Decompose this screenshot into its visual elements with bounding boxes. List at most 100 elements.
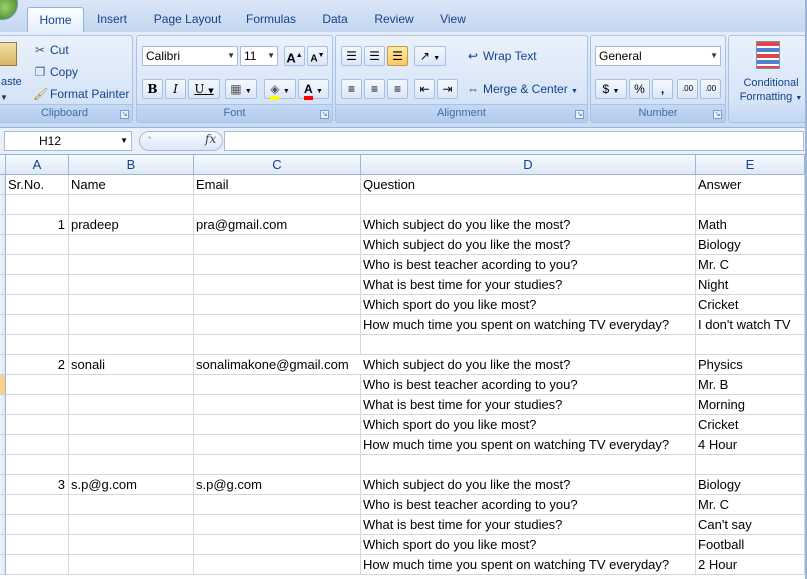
cell-question[interactable]: Which subject do you like the most? [361, 475, 696, 495]
cell-answer[interactable]: Night [696, 275, 805, 295]
cell-name[interactable] [69, 555, 194, 575]
column-header-d[interactable]: D [361, 155, 696, 175]
cell-answer[interactable]: Cricket [696, 295, 805, 315]
cell-email[interactable] [194, 335, 361, 355]
cell-name[interactable] [69, 195, 194, 215]
cell-question[interactable] [361, 335, 696, 355]
cell-email[interactable] [194, 315, 361, 335]
cell-email[interactable] [194, 415, 361, 435]
cell-sr-no[interactable] [6, 375, 69, 395]
tab-data[interactable]: Data [317, 9, 353, 31]
cell-question[interactable]: Who is best teacher acording to you? [361, 375, 696, 395]
cell-email[interactable] [194, 295, 361, 315]
cell-answer[interactable]: 2 Hour [696, 555, 805, 575]
cell-question[interactable]: Who is best teacher acording to you? [361, 495, 696, 515]
cell-name[interactable] [69, 435, 194, 455]
cell-answer[interactable] [696, 195, 805, 215]
cell-sr-no[interactable]: 3 [6, 475, 69, 495]
formula-input[interactable] [224, 131, 804, 151]
paste-dropdown-arrow-icon[interactable]: ▼ [0, 93, 8, 102]
cell-email[interactable]: s.p@g.com [194, 475, 361, 495]
shrink-font-button[interactable]: A▼ [307, 46, 328, 66]
align-right-button[interactable]: ≡ [387, 79, 408, 99]
font-dialog-launcher-icon[interactable]: ↘ [320, 110, 329, 119]
currency-button[interactable]: $ ▼ [595, 79, 627, 99]
cell-answer[interactable]: 4 Hour [696, 435, 805, 455]
cell-answer[interactable]: I don't watch TV [696, 315, 805, 335]
cell-email[interactable] [194, 395, 361, 415]
cell-question[interactable]: What is best time for your studies? [361, 395, 696, 415]
cell-question[interactable]: Which sport do you like most? [361, 415, 696, 435]
cell-answer[interactable]: Football [696, 535, 805, 555]
cell-name[interactable] [69, 515, 194, 535]
cell-name[interactable] [69, 495, 194, 515]
cell-name[interactable]: pradeep [69, 215, 194, 235]
office-button[interactable] [0, 0, 18, 20]
cell-name[interactable] [69, 335, 194, 355]
decrease-decimal-button[interactable]: .00 [700, 79, 721, 99]
cell-email[interactable] [194, 375, 361, 395]
cell-answer[interactable]: Biology [696, 235, 805, 255]
percent-button[interactable]: % [629, 79, 650, 99]
cell-name[interactable]: s.p@g.com [69, 475, 194, 495]
align-top-button[interactable]: ☰ [341, 46, 362, 66]
cell-name[interactable] [69, 235, 194, 255]
cell-sr-no[interactable] [6, 435, 69, 455]
cell-answer[interactable] [696, 455, 805, 475]
cell-sr-no[interactable] [6, 315, 69, 335]
format-painter-button[interactable]: 🖌 Format Painter [33, 87, 129, 101]
cell-name[interactable] [69, 275, 194, 295]
cell-sr-no[interactable]: 1 [6, 215, 69, 235]
cell-answer[interactable]: Biology [696, 475, 805, 495]
insert-function-icon[interactable]: fx [205, 132, 216, 146]
cell-sr-no[interactable]: Sr.No. [6, 175, 69, 195]
cell-sr-no[interactable] [6, 415, 69, 435]
font-name-combo[interactable]: Calibri ▼ [142, 46, 238, 66]
cell-name[interactable] [69, 295, 194, 315]
cell-question[interactable]: Question [361, 175, 696, 195]
alignment-dialog-launcher-icon[interactable]: ↘ [575, 110, 584, 119]
cell-sr-no[interactable] [6, 555, 69, 575]
number-dialog-launcher-icon[interactable]: ↘ [713, 110, 722, 119]
cell-answer[interactable]: Mr. B [696, 375, 805, 395]
cell-email[interactable] [194, 515, 361, 535]
cell-question[interactable]: Which sport do you like most? [361, 295, 696, 315]
cell-question[interactable]: Which sport do you like most? [361, 535, 696, 555]
cut-button[interactable]: ✂ Cut [33, 43, 69, 57]
cell-sr-no[interactable] [6, 495, 69, 515]
tab-insert[interactable]: Insert [90, 9, 134, 31]
cell-email[interactable]: pra@gmail.com [194, 215, 361, 235]
align-left-button[interactable]: ≡ [341, 79, 362, 99]
paste-label[interactable]: aste [1, 76, 22, 88]
cell-answer[interactable]: Answer [696, 175, 805, 195]
cell-email[interactable]: Email [194, 175, 361, 195]
cell-answer[interactable]: Cricket [696, 415, 805, 435]
tab-formulas[interactable]: Formulas [240, 9, 302, 31]
italic-button[interactable]: I [165, 79, 186, 99]
cell-answer[interactable]: Can't say [696, 515, 805, 535]
cell-sr-no[interactable] [6, 275, 69, 295]
cell-sr-no[interactable] [6, 515, 69, 535]
underline-button[interactable]: U ▼ [188, 79, 220, 99]
wrap-text-button[interactable]: ↩ Wrap Text [466, 49, 537, 63]
cell-sr-no[interactable] [6, 195, 69, 215]
cell-sr-no[interactable] [6, 255, 69, 275]
orientation-button[interactable]: ↗ ▼ [414, 46, 446, 66]
cell-name[interactable] [69, 255, 194, 275]
tab-home[interactable]: Home [27, 7, 84, 33]
cell-answer[interactable]: Mr. C [696, 255, 805, 275]
increase-decimal-button[interactable]: .00 [677, 79, 698, 99]
merge-center-button[interactable]: ⇔ Merge & Center ▼ [466, 82, 578, 96]
cell-question[interactable]: How much time you spent on watching TV e… [361, 555, 696, 575]
cell-answer[interactable] [696, 335, 805, 355]
fill-color-button[interactable]: ◈ ▼ [264, 79, 296, 100]
cell-sr-no[interactable] [6, 335, 69, 355]
copy-button[interactable]: ❐ Copy [33, 65, 78, 79]
align-bottom-button[interactable]: ☰ [387, 46, 408, 66]
cell-name[interactable] [69, 535, 194, 555]
cell-question[interactable]: How much time you spent on watching TV e… [361, 315, 696, 335]
tab-review[interactable]: Review [369, 9, 419, 31]
number-format-combo[interactable]: General ▼ [595, 46, 721, 66]
cell-question[interactable] [361, 195, 696, 215]
cell-sr-no[interactable] [6, 455, 69, 475]
